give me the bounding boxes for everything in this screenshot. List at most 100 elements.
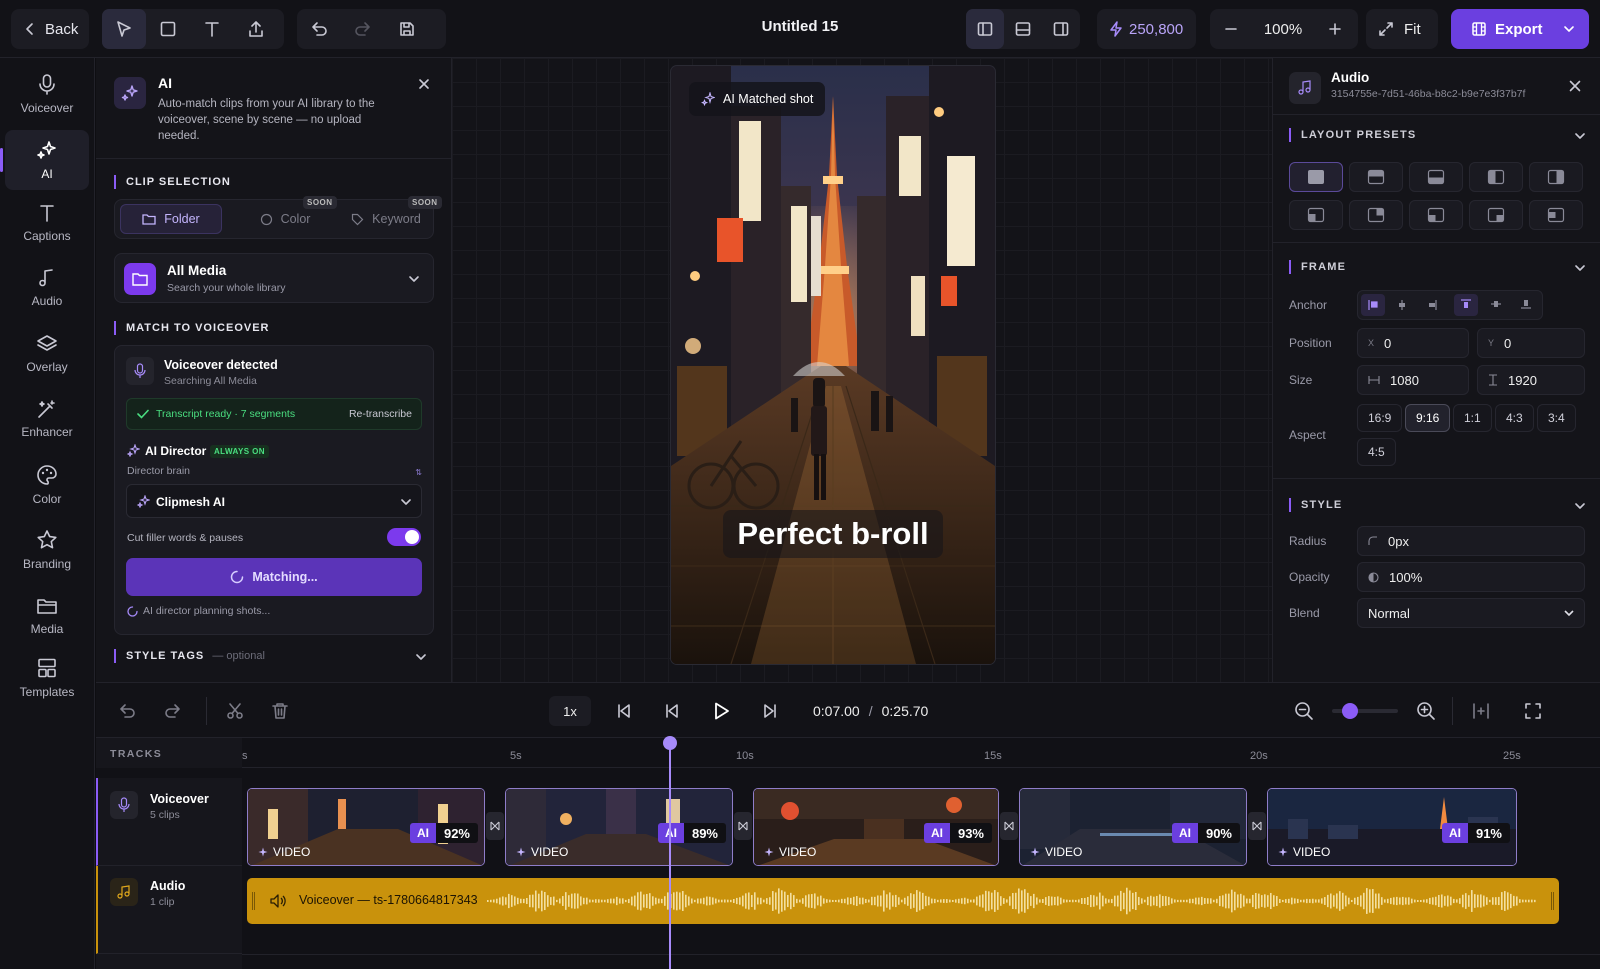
playhead[interactable] (663, 736, 677, 969)
anchor-right-button[interactable] (1420, 294, 1444, 316)
select-tool-button[interactable] (102, 9, 146, 49)
preset-corner-lm[interactable] (1529, 200, 1583, 230)
preset-corner-tr[interactable] (1349, 200, 1403, 230)
preset-left[interactable] (1469, 162, 1523, 192)
fit-timeline-icon[interactable] (1472, 702, 1490, 720)
transition-handle[interactable] (1000, 812, 1018, 840)
rail-item-branding[interactable]: Branding (5, 520, 89, 580)
rail-item-media[interactable]: Media (5, 586, 89, 646)
preset-bottom[interactable] (1409, 162, 1463, 192)
zoom-out-button[interactable] (1210, 9, 1252, 49)
track-voiceover[interactable]: Voiceover 5 clips (96, 778, 242, 866)
video-preview[interactable]: AI Matched shot Perfect b-roll (671, 66, 995, 664)
style-tags-title[interactable]: STYLE TAGS — optional (114, 649, 265, 663)
caption-overlay[interactable]: Perfect b-roll (671, 510, 995, 558)
video-clip[interactable]: AI 92% VIDEO (247, 788, 485, 866)
position-x-field[interactable]: X 0 (1357, 328, 1469, 358)
undo-icon[interactable] (118, 702, 136, 720)
audio-clip[interactable]: Voiceover — ts-1780664817343 (247, 878, 1559, 924)
retranscribe-button[interactable]: Re-transcribe (349, 408, 412, 420)
scissors-icon[interactable] (226, 702, 244, 720)
chevron-down-icon[interactable] (416, 652, 426, 662)
size-width-field[interactable]: 1080 (1357, 365, 1469, 395)
redo-icon[interactable] (164, 702, 182, 720)
blend-select[interactable]: Normal (1357, 598, 1585, 628)
upload-button[interactable] (234, 9, 278, 49)
redo-button[interactable] (341, 9, 385, 49)
opacity-field[interactable]: 100% (1357, 562, 1585, 592)
aspect-option[interactable]: 3:4 (1537, 404, 1576, 432)
preset-corner-bl[interactable] (1289, 200, 1343, 230)
layout-left-button[interactable] (966, 9, 1004, 49)
play-icon[interactable] (711, 701, 731, 721)
timeline-ruler[interactable]: s 5s 10s 15s 20s 25s (242, 738, 1600, 768)
undo-button[interactable] (297, 9, 341, 49)
layout-right-button[interactable] (1042, 9, 1080, 49)
step-back-icon[interactable] (664, 703, 680, 719)
radius-field[interactable]: 0px (1357, 526, 1585, 556)
transition-handle[interactable] (486, 812, 504, 840)
anchor-middle-button[interactable] (1484, 294, 1508, 316)
credits-button[interactable]: 250,800 (1097, 9, 1196, 49)
matching-button[interactable]: Matching... (126, 558, 422, 596)
rail-item-ai[interactable]: AI (0, 130, 89, 190)
rail-item-color[interactable]: Color (5, 455, 89, 515)
save-button[interactable] (385, 9, 429, 49)
project-title[interactable]: Untitled 15 (700, 18, 900, 35)
aspect-option[interactable]: 1:1 (1453, 404, 1492, 432)
position-y-field[interactable]: Y 0 (1477, 328, 1585, 358)
size-height-field[interactable]: 1920 (1477, 365, 1585, 395)
export-button[interactable]: Export (1451, 9, 1589, 49)
preset-right[interactable] (1529, 162, 1583, 192)
zoom-in-button[interactable] (1314, 9, 1356, 49)
rail-item-audio[interactable]: Audio (5, 258, 89, 318)
video-clip[interactable]: AI 91% VIDEO (1267, 788, 1517, 866)
video-clip[interactable]: AI89% VIDEO (505, 788, 733, 866)
tab-folder[interactable]: Folder (120, 204, 222, 234)
chevron-down-icon[interactable] (1575, 132, 1585, 140)
chevron-down-icon[interactable] (1575, 264, 1585, 272)
back-button[interactable]: Back (11, 9, 89, 49)
rail-item-captions[interactable]: Captions (5, 193, 89, 253)
fullscreen-icon[interactable] (1524, 702, 1542, 720)
video-clip[interactable]: AI 90% VIDEO (1019, 788, 1247, 866)
close-icon[interactable] (1569, 80, 1581, 92)
transition-handle[interactable] (1248, 812, 1266, 840)
preset-corner-br[interactable] (1409, 200, 1463, 230)
aspect-option[interactable]: 4:3 (1495, 404, 1534, 432)
anchor-top-button[interactable] (1454, 294, 1478, 316)
zoom-slider-knob[interactable] (1342, 703, 1358, 719)
anchor-bottom-button[interactable] (1514, 294, 1538, 316)
rail-item-overlay[interactable]: Overlay (5, 324, 89, 384)
tab-keyword[interactable]: Keyword SOON (340, 196, 442, 234)
step-forward-icon[interactable] (762, 703, 778, 719)
timeline-zoom-slider[interactable] (1332, 703, 1398, 719)
text-tool-button[interactable] (190, 9, 234, 49)
clip-trim-handle[interactable] (252, 892, 255, 910)
layout-bottom-button[interactable] (1004, 9, 1042, 49)
skip-start-icon[interactable] (616, 703, 632, 719)
zoom-in-icon[interactable] (1416, 701, 1436, 721)
rail-item-templates[interactable]: Templates (5, 648, 89, 708)
preset-full[interactable] (1289, 162, 1343, 192)
rail-item-enhancer[interactable]: Enhancer (5, 389, 89, 449)
rail-item-voiceover[interactable]: Voiceover (5, 64, 89, 124)
playback-speed-button[interactable]: 1x (549, 696, 591, 726)
aspect-option[interactable]: 4:5 (1357, 438, 1396, 466)
aspect-option[interactable]: 16:9 (1357, 404, 1403, 432)
aspect-option-selected[interactable]: 9:16 (1405, 404, 1451, 432)
tab-color[interactable]: Color SOON (235, 196, 337, 234)
close-ai-panel-button[interactable] (418, 78, 430, 90)
zoom-level[interactable]: 100% (1252, 21, 1314, 38)
preset-corner-rb[interactable] (1469, 200, 1523, 230)
anchor-center-button[interactable] (1390, 294, 1414, 316)
track-audio[interactable]: Audio 1 clip (96, 866, 242, 954)
preset-top[interactable] (1349, 162, 1403, 192)
media-source-select[interactable]: All Media Search your whole library (114, 253, 434, 303)
filler-words-toggle[interactable] (387, 528, 421, 546)
trash-icon[interactable] (272, 702, 288, 720)
fit-button[interactable]: Fit (1366, 9, 1438, 49)
video-clip[interactable]: AI 93% VIDEO (753, 788, 999, 866)
shape-tool-button[interactable] (146, 9, 190, 49)
clip-trim-handle[interactable] (1551, 892, 1554, 910)
